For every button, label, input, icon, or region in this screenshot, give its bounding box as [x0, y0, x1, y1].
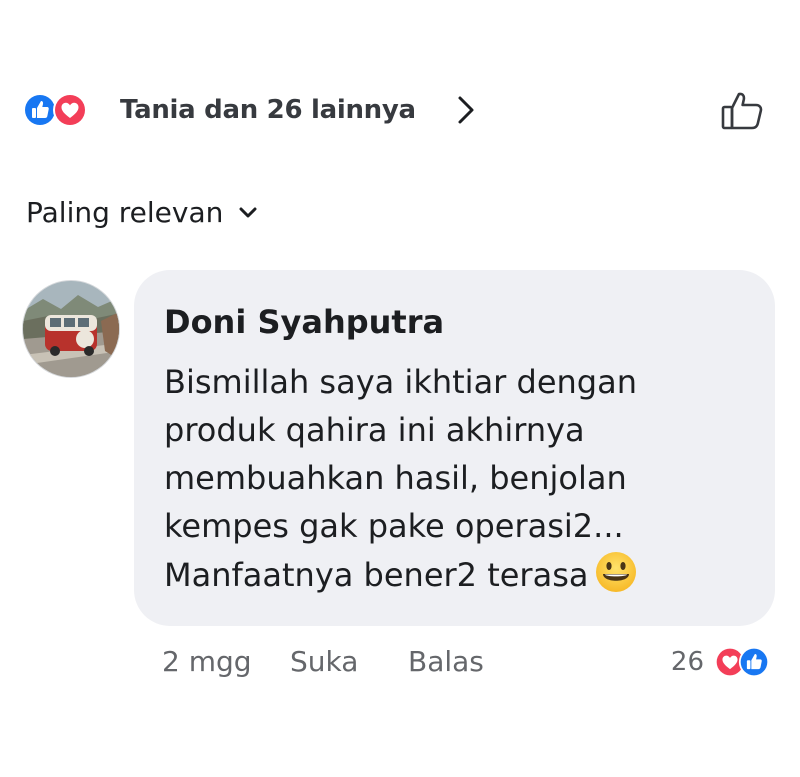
reaction-icons — [22, 92, 94, 128]
comment-bubble[interactable]: Doni Syahputra Bismillah saya ikhtiar de… — [134, 270, 775, 626]
comment-line-with-emoji: Manfaatnya bener2 terasa — [164, 550, 724, 599]
grinning-face-emoji-icon — [596, 552, 637, 592]
avatar-photo — [23, 281, 119, 377]
comment-line: produk qahira ini akhirnya — [164, 411, 585, 449]
comment-line: Bismillah saya ikhtiar dengan — [164, 363, 637, 401]
comment-timestamp[interactable]: 2 mgg — [162, 642, 252, 682]
comment-text: Bismillah saya ikhtiar dengan produk qah… — [164, 358, 724, 599]
comment-reaction-icons — [714, 646, 770, 678]
sort-label: Paling relevan — [26, 196, 224, 229]
chevron-right-icon[interactable] — [454, 92, 478, 128]
comment-line: kempes gak pake operasi2... — [164, 507, 624, 545]
sort-dropdown[interactable]: Paling relevan — [26, 193, 259, 233]
love-reaction-icon — [53, 93, 87, 127]
comment-actions: 2 mgg Suka Balas 26 — [162, 642, 772, 682]
commenter-name[interactable]: Doni Syahputra — [164, 300, 747, 344]
comment-line: membuahkan hasil, benjolan — [164, 459, 627, 497]
like-icon[interactable] — [719, 86, 767, 134]
reactors-text[interactable]: Tania dan 26 lainnya — [120, 92, 416, 128]
comment-reactions[interactable]: 26 — [671, 642, 770, 682]
like-button[interactable]: Suka — [290, 642, 358, 682]
reactions-summary-row[interactable]: Tania dan 26 lainnya — [22, 86, 782, 134]
comment-line: Manfaatnya bener2 terasa — [164, 556, 589, 594]
avatar[interactable] — [22, 280, 120, 378]
chevron-down-icon — [239, 207, 257, 218]
reply-button[interactable]: Balas — [408, 642, 484, 682]
comment-reaction-count: 26 — [670, 647, 704, 677]
like-reaction-icon — [738, 646, 770, 678]
